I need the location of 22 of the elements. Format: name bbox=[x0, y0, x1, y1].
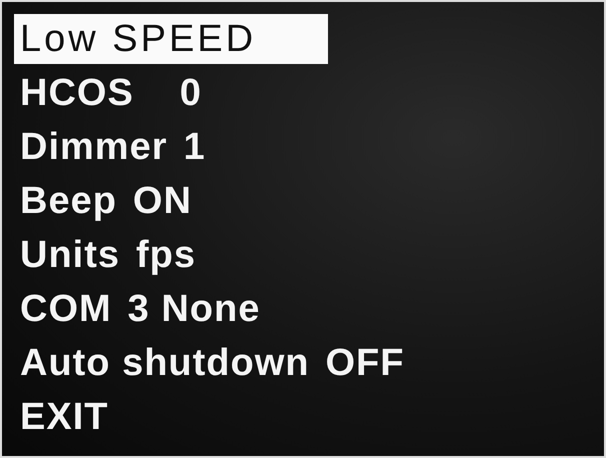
menu-item[interactable]: Dimmer 1 bbox=[14, 122, 604, 172]
menu-value: 0 bbox=[180, 72, 202, 114]
menu-item[interactable]: COM 3 None bbox=[14, 284, 604, 334]
menu-item-highlighted[interactable]: Low SPEED bbox=[14, 14, 328, 64]
menu-value: fps bbox=[136, 234, 196, 276]
menu-item[interactable]: EXIT bbox=[14, 392, 604, 442]
menu-label: EXIT bbox=[20, 396, 108, 438]
menu-value: OFF bbox=[325, 342, 404, 384]
menu-label: Units bbox=[20, 234, 120, 276]
menu-label: HCOS bbox=[20, 72, 134, 114]
menu-label: Beep bbox=[20, 180, 117, 222]
menu-label: COM bbox=[20, 288, 112, 330]
menu-label: Dimmer bbox=[20, 126, 168, 168]
menu-value: ON bbox=[132, 180, 192, 222]
menu-item[interactable]: Units fps bbox=[14, 230, 604, 280]
menu-item[interactable]: Auto shutdown OFF bbox=[14, 338, 604, 388]
menu-label: Low SPEED bbox=[20, 18, 256, 60]
menu-label: Auto shutdown bbox=[20, 342, 310, 384]
menu-item[interactable]: Beep ON bbox=[14, 176, 604, 226]
menu-value: 1 bbox=[184, 126, 206, 168]
menu-value: 3 None bbox=[128, 288, 260, 330]
menu-item[interactable]: HCOS 0 bbox=[14, 68, 604, 118]
